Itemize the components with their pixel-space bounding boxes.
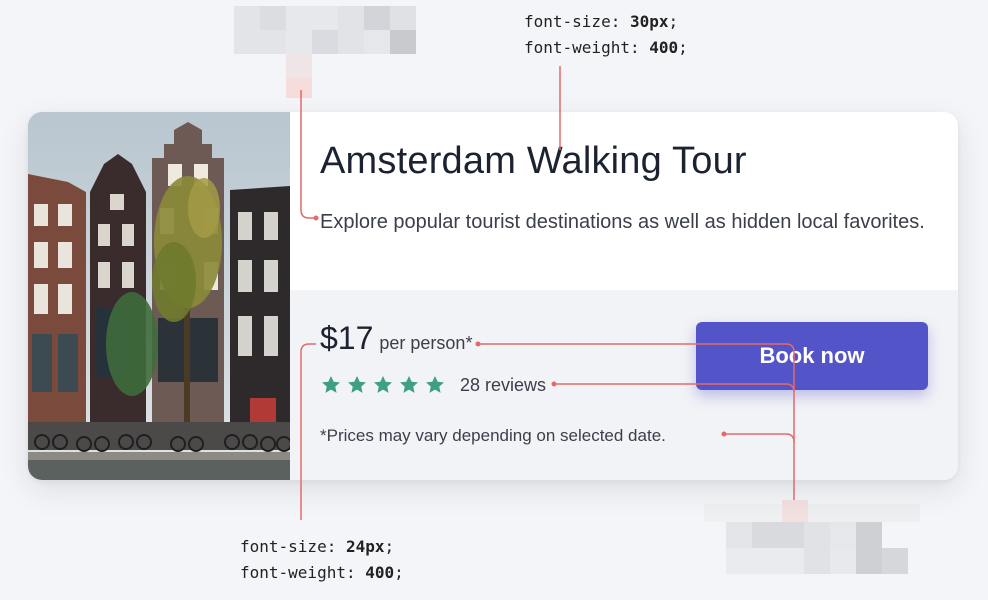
heading-weight-value: 400 [649, 38, 679, 57]
heading-weight-prop: font-weight: [524, 38, 650, 57]
price-weight-prop: font-weight: [240, 563, 366, 582]
star-icon [374, 376, 392, 393]
price-line: $17 per person* [320, 320, 472, 357]
heading-weight-suffix: ; [678, 38, 688, 57]
card-header-section: Amsterdam Walking Tour Explore popular t… [290, 112, 958, 290]
tour-description: Explore popular tourist destinations as … [320, 211, 925, 233]
heading-size-suffix: ; [668, 12, 679, 31]
price-disclaimer: *Prices may vary depending on selected d… [320, 426, 666, 445]
price-unit: per person* [379, 333, 473, 353]
star-icon [400, 376, 418, 393]
price-weight-suffix: ; [394, 563, 404, 582]
rating: 28 reviews [320, 374, 546, 396]
star-icon [322, 376, 340, 393]
heading-size-prop: font-size: [524, 12, 630, 31]
heading-font-spec: font-size: 30px; font-weight: 400; [524, 9, 688, 61]
amsterdam-canal-houses-photo [28, 112, 290, 480]
heading-size-value: 30px [629, 12, 669, 31]
price-size-prop: font-size: [240, 537, 346, 556]
price-size-suffix: ; [384, 537, 395, 556]
star-icon [348, 376, 366, 393]
book-now-button[interactable]: Book now [696, 322, 928, 390]
review-count[interactable]: 28 reviews [460, 375, 546, 396]
redacted-annotation-bottom [704, 500, 920, 584]
price-amount: $17 [320, 320, 374, 356]
price-font-spec: font-size: 24px; font-weight: 400; [240, 534, 404, 586]
price-weight-value: 400 [365, 563, 395, 582]
price-size-value: 24px [345, 537, 385, 556]
card-booking-section: $17 per person* 28 reviews *Prices may va… [290, 290, 958, 480]
tour-title: Amsterdam Walking Tour [320, 140, 747, 182]
redacted-annotation-top [234, 6, 416, 98]
star-icon [426, 376, 444, 393]
star-rating [320, 374, 446, 396]
tour-card: Amsterdam Walking Tour Explore popular t… [28, 112, 958, 480]
